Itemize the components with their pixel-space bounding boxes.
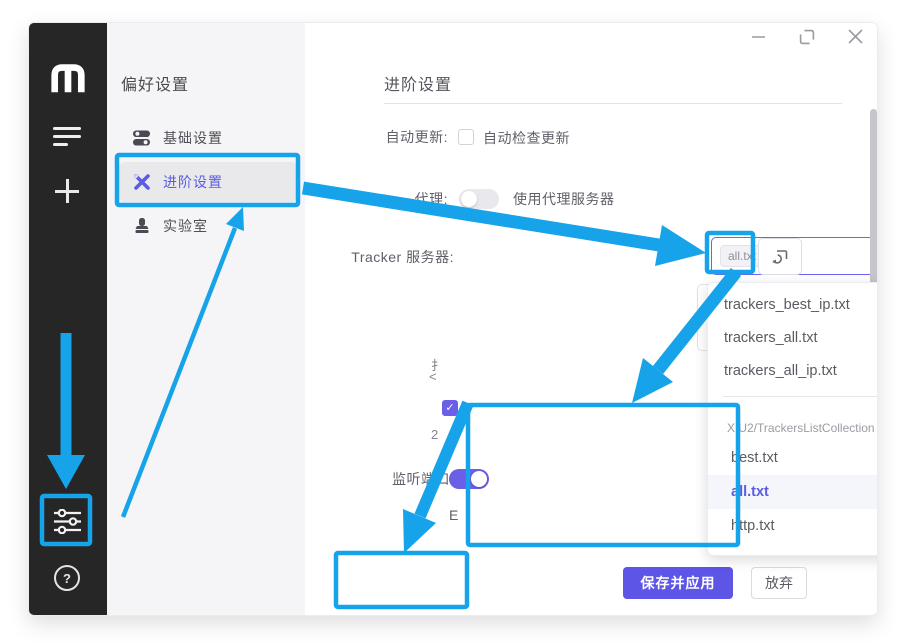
nav-item-label: 进阶设置 (163, 172, 223, 192)
proxy-toggle-label: 使用代理服务器 (513, 189, 615, 209)
toggle-knob (471, 471, 487, 487)
title-divider (384, 103, 842, 104)
nav-item-advanced-settings[interactable]: 进阶设置 (119, 162, 297, 202)
tracker-source-dropdown: trackers_best_ip.txt trackers_all.txt tr… (707, 282, 878, 556)
dropdown-pointer (724, 275, 740, 291)
discard-button[interactable]: 放弃 (751, 567, 807, 599)
stamp-icon (133, 217, 151, 235)
sync-icon (771, 249, 789, 265)
main-content: 进阶设置 自动更新: 自动检查更新 代理: 使用代理服务器 Tracker 服务… (305, 23, 878, 616)
tracker-tag-label: all.txt (728, 249, 756, 263)
dropdown-option[interactable]: best.txt (708, 441, 878, 475)
sync-trackers-button[interactable] (758, 238, 802, 275)
page-title: 进阶设置 (384, 71, 452, 95)
nav-item-label: 基础设置 (163, 128, 223, 148)
port-row-fragment: E (449, 507, 461, 523)
app-sidebar: ? (29, 23, 107, 616)
task-list-icon[interactable] (53, 127, 83, 147)
help-text-fragment-2: < (429, 369, 443, 384)
settings-sliders-icon[interactable] (54, 509, 81, 534)
save-and-apply-button[interactable]: 保存并应用 (623, 567, 733, 599)
screenshot-canvas: ? 偏好设置 基础设置 进阶设置 (0, 0, 906, 643)
dropdown-option[interactable]: trackers_best_ip.txt (708, 289, 878, 322)
proxy-label: 代理: (378, 189, 448, 209)
help-icon[interactable]: ? (54, 565, 80, 591)
dropdown-option-label: all.txt (731, 484, 769, 500)
maximize-button[interactable] (799, 29, 815, 45)
listen-port-label: 监听端口 (352, 469, 450, 489)
add-task-icon[interactable] (55, 179, 79, 203)
close-button[interactable] (847, 28, 864, 45)
preferences-nav-panel: 偏好设置 基础设置 进阶设置 (107, 23, 305, 616)
nav-item-lab[interactable]: 实验室 (119, 206, 297, 246)
auto-update-label: 自动更新: (318, 127, 448, 147)
auto-sync-checkbox[interactable]: ✓ (442, 400, 458, 416)
auto-update-checkbox-label: 自动检查更新 (483, 128, 570, 148)
tracker-label: Tracker 服务器: (334, 247, 454, 267)
listen-port-toggle[interactable] (449, 469, 489, 489)
toggle-knob (461, 191, 477, 207)
tools-icon (133, 173, 151, 191)
dropdown-option[interactable]: trackers_all_ip.txt (708, 355, 878, 388)
toggles-icon (133, 129, 151, 147)
dropdown-group-divider (723, 396, 878, 397)
minimize-button[interactable] (752, 36, 765, 38)
preferences-title: 偏好设置 (121, 71, 271, 95)
app-window: ? 偏好设置 基础设置 进阶设置 (28, 22, 878, 616)
dropdown-option[interactable]: http.txt (708, 509, 878, 543)
last-update-fragment: 2 (431, 427, 443, 442)
nav-item-basic-settings[interactable]: 基础设置 (119, 118, 297, 158)
dropdown-option-selected[interactable]: all.txt (708, 475, 878, 509)
auto-update-checkbox[interactable] (458, 129, 474, 145)
dropdown-group-label: XIU2/TrackersListCollection (727, 421, 875, 435)
motrix-logo (47, 59, 89, 97)
nav-item-label: 实验室 (163, 216, 208, 236)
dropdown-option[interactable]: trackers_all.txt (708, 322, 878, 355)
proxy-toggle[interactable] (459, 189, 499, 209)
